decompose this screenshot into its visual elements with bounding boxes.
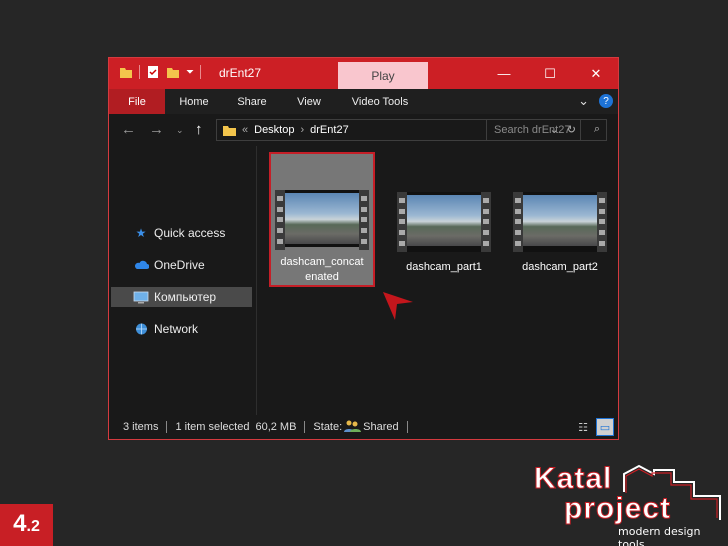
step-badge: 4 .2 <box>0 504 53 546</box>
pointer-arrow-icon <box>383 292 413 320</box>
quick-access-toolbar: ⏷ <box>119 65 201 79</box>
status-size: 60,2 MB <box>255 421 297 433</box>
video-thumbnail <box>513 192 607 252</box>
breadcrumb-drent27[interactable]: drEnt27 <box>310 124 349 136</box>
step-subnumber: .2 <box>26 518 40 535</box>
minimize-button[interactable]: — <box>481 58 527 89</box>
status-state-value: Shared <box>363 421 399 433</box>
expand-ribbon-icon[interactable]: ⌄ <box>578 93 589 109</box>
status-divider <box>304 421 306 433</box>
sidebar-item-label: Quick access <box>154 226 226 240</box>
cloud-icon <box>133 258 149 272</box>
close-button[interactable]: ✕ <box>573 58 619 89</box>
search-placeholder: Search drEnt27 <box>494 124 571 136</box>
video-thumbnail <box>397 192 491 252</box>
tab-play[interactable]: Play <box>338 62 428 89</box>
properties-icon[interactable] <box>146 65 160 79</box>
file-name: dashcam_concat enated <box>280 256 364 283</box>
title-bar: ⏷ drEnt27 Play — ☐ ✕ <box>109 58 618 89</box>
video-thumbnail <box>275 190 369 250</box>
film-strip-icon <box>275 190 285 250</box>
qat-customize-icon[interactable]: ⏷ <box>186 67 194 78</box>
file-item-dashcam-part1[interactable]: dashcam_part1 <box>391 154 497 275</box>
sidebar-item-onedrive[interactable]: OneDrive <box>111 255 252 275</box>
file-item-dashcam-part2[interactable]: dashcam_part2 <box>507 154 613 275</box>
ribbon-tabs: File Home Share View Video Tools ⌄ ? <box>109 89 618 114</box>
shared-users-icon <box>344 420 362 435</box>
step-number: 4 <box>13 510 27 537</box>
view-toggle: ☷ ▭ <box>574 418 614 436</box>
status-item-count: 3 items <box>123 421 159 433</box>
status-divider <box>406 421 408 433</box>
qat-divider <box>200 65 201 79</box>
details-view-icon[interactable]: ☷ <box>574 418 592 436</box>
network-icon <box>133 322 149 336</box>
qat-divider <box>139 65 140 79</box>
file-list: dashcam_concat enated dashcam_part1 dash… <box>257 146 618 415</box>
katal-project-logo: Katal project modern design tools <box>533 462 724 546</box>
help-icon[interactable]: ? <box>599 94 613 108</box>
video-frame <box>407 195 481 246</box>
sidebar-item-label: Network <box>154 322 199 336</box>
breadcrumb-desktop[interactable]: Desktop <box>254 124 294 136</box>
tab-share[interactable]: Share <box>223 89 281 114</box>
address-overflow-icon[interactable]: « <box>242 124 248 136</box>
sidebar-item-network[interactable]: Network <box>111 319 252 339</box>
explorer-window: ⏷ drEnt27 Play — ☐ ✕ File Home Share Vie… <box>108 57 619 440</box>
up-button[interactable]: ↑ <box>195 121 203 138</box>
tab-home[interactable]: Home <box>165 89 223 114</box>
folder-icon <box>223 125 236 136</box>
tab-video-tools[interactable]: Video Tools <box>337 89 423 114</box>
film-strip-icon <box>513 192 523 252</box>
folder-icon[interactable] <box>119 65 133 79</box>
status-divider <box>166 421 168 433</box>
logo-tagline: modern design tools <box>618 525 701 546</box>
video-frame <box>285 193 359 244</box>
search-icon[interactable]: ⌕ <box>594 123 600 136</box>
status-bar: 3 items 1 item selected 60,2 MB State: S… <box>109 415 618 439</box>
navigation-pane: ★ Quick access OneDrive Компьютер Networ… <box>109 146 256 415</box>
status-selection: 1 item selected <box>175 421 250 433</box>
sidebar-item-quick-access[interactable]: ★ Quick access <box>111 223 252 243</box>
search-input[interactable]: Search drEnt27 ⌕ <box>486 119 607 141</box>
sidebar-item-label: OneDrive <box>154 258 205 272</box>
sidebar-item-computer[interactable]: Компьютер <box>111 287 252 307</box>
computer-icon <box>133 290 149 304</box>
sidebar-item-label: Компьютер <box>154 290 217 304</box>
film-strip-icon <box>481 192 491 252</box>
status-state-label: State: <box>313 421 343 433</box>
video-frame <box>523 195 597 246</box>
breadcrumb-separator-icon[interactable]: › <box>300 124 304 136</box>
tab-view[interactable]: View <box>281 89 337 114</box>
tab-file[interactable]: File <box>109 89 165 114</box>
back-button[interactable]: ← <box>121 121 136 138</box>
logo-line1: Katal <box>533 462 613 496</box>
film-strip-icon <box>359 190 369 250</box>
maximize-button[interactable]: ☐ <box>527 58 573 89</box>
navigation-bar: ← → ⌄ ↑ « Desktop › drEnt27 ⌄ ↻ Search d… <box>109 114 618 146</box>
window-title: drEnt27 <box>219 66 262 80</box>
file-name: dashcam_part2 <box>522 261 598 273</box>
ribbon-right-controls: ⌄ ? <box>578 93 613 109</box>
star-icon: ★ <box>135 226 147 240</box>
new-folder-icon[interactable] <box>166 65 180 79</box>
forward-button[interactable]: → <box>149 121 164 138</box>
large-icons-view-icon[interactable]: ▭ <box>596 418 614 436</box>
film-strip-icon <box>597 192 607 252</box>
recent-locations-icon[interactable]: ⌄ <box>176 125 184 136</box>
file-item-dashcam-concatenated[interactable]: dashcam_concat enated <box>269 152 375 287</box>
film-strip-icon <box>397 192 407 252</box>
logo-line2: project <box>563 492 672 526</box>
file-name: dashcam_part1 <box>406 261 482 273</box>
